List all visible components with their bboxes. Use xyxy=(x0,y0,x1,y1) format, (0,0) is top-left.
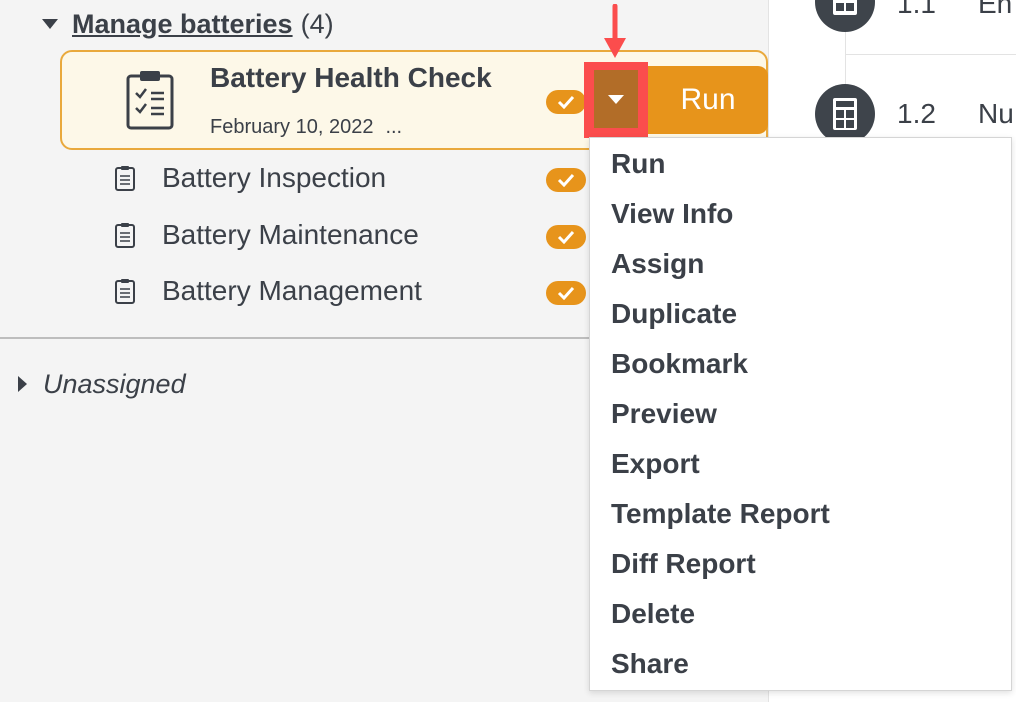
dropdown-toggle[interactable] xyxy=(594,70,638,128)
unassigned-label[interactable]: Unassigned xyxy=(43,369,186,400)
check-icon xyxy=(557,173,575,187)
check-icon xyxy=(557,286,575,300)
outline-text[interactable]: Nu xyxy=(978,98,1014,130)
calculator-icon xyxy=(815,84,875,144)
check-badge-icon xyxy=(546,225,586,249)
outline-number: 1.2 xyxy=(897,98,936,129)
expand-triangle-icon[interactable] xyxy=(18,376,27,392)
menu-item-assign[interactable]: Assign xyxy=(611,244,704,284)
calculator-icon-glyph xyxy=(833,0,857,15)
collapse-triangle-icon[interactable] xyxy=(42,19,58,29)
dropdown-button-highlight[interactable] xyxy=(584,62,648,138)
list-item[interactable]: Battery Inspection xyxy=(114,158,386,198)
outline-number: 1.1 xyxy=(897,0,936,19)
check-icon xyxy=(557,95,575,109)
group-header-unassigned[interactable]: Unassigned xyxy=(18,366,186,402)
menu-item-export[interactable]: Export xyxy=(611,444,700,484)
down-arrow-icon xyxy=(604,4,626,58)
check-badge-icon xyxy=(546,90,586,114)
context-menu: Run View Info Assign Duplicate Bookmark … xyxy=(589,137,1012,691)
checklist-icon xyxy=(126,71,174,130)
menu-item-bookmark[interactable]: Bookmark xyxy=(611,344,748,384)
menu-item-preview[interactable]: Preview xyxy=(611,394,717,434)
checklist-icon xyxy=(115,166,135,191)
menu-item-view-info[interactable]: View Info xyxy=(611,194,733,234)
menu-item-duplicate[interactable]: Duplicate xyxy=(611,294,737,334)
group-title[interactable]: Manage batteries xyxy=(72,9,293,40)
list-item-label[interactable]: Battery Maintenance xyxy=(162,219,419,251)
menu-item-diff-report[interactable]: Diff Report xyxy=(611,544,756,584)
menu-item-share[interactable]: Share xyxy=(611,644,689,684)
group-count: (4) xyxy=(300,8,334,39)
checklist-title[interactable]: Battery Health Check xyxy=(210,62,492,94)
run-button[interactable]: Run xyxy=(648,66,768,134)
list-item-label[interactable]: Battery Inspection xyxy=(162,162,386,194)
chevron-down-icon xyxy=(608,94,624,104)
outline-text[interactable]: En xyxy=(978,0,1012,20)
check-icon xyxy=(557,230,575,244)
calculator-icon-glyph xyxy=(833,98,857,130)
checklist-icon xyxy=(115,279,135,304)
checklist-icon xyxy=(115,223,135,248)
menu-item-run[interactable]: Run xyxy=(611,144,665,184)
list-item[interactable]: Battery Management xyxy=(114,271,422,311)
list-item-label[interactable]: Battery Management xyxy=(162,275,422,307)
divider xyxy=(845,54,1016,55)
menu-item-delete[interactable]: Delete xyxy=(611,594,695,634)
check-badge-icon xyxy=(546,281,586,305)
more-ellipsis[interactable]: ... xyxy=(385,116,402,138)
checklist-date: February 10, 2022... xyxy=(210,116,402,139)
checklist-date-text: February 10, 2022 xyxy=(210,116,374,138)
group-header-manage-batteries[interactable]: Manage batteries (4) xyxy=(42,6,334,42)
check-badge-icon xyxy=(546,168,586,192)
list-item[interactable]: Battery Maintenance xyxy=(114,215,419,255)
menu-item-template-report[interactable]: Template Report xyxy=(611,494,830,534)
